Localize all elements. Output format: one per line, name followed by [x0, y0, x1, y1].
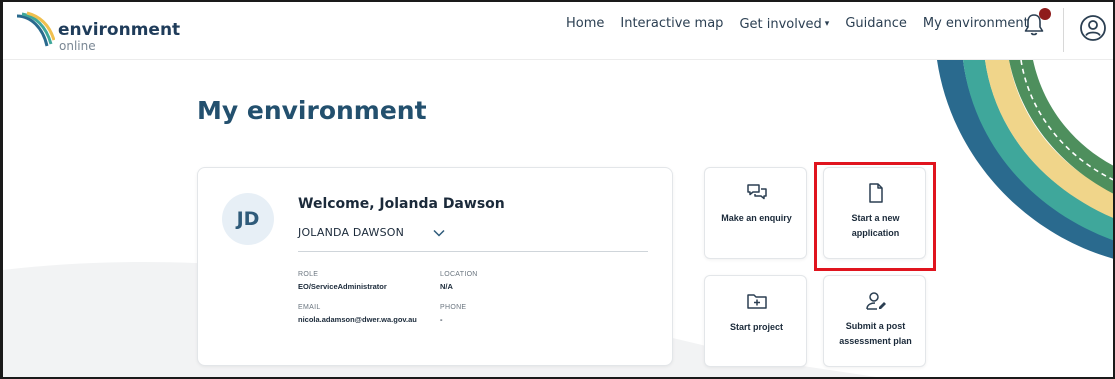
nav-my-environment[interactable]: My environment — [923, 16, 1029, 33]
phone-label: PHONE — [440, 304, 467, 311]
start-new-application-label-1: Start a new — [851, 213, 900, 223]
make-enquiry-tile[interactable]: Make an enquiry — [704, 167, 807, 259]
main-nav: Home Interactive map Get involved ▾ Guida… — [566, 16, 1045, 33]
chevron-down-icon — [433, 229, 445, 237]
submit-post-assessment-label-1: Submit a post — [845, 321, 906, 331]
chat-bubbles-icon — [747, 184, 767, 200]
caret-down-icon: ▾ — [824, 19, 830, 29]
user-account-icon[interactable] — [1079, 14, 1107, 42]
email-label: EMAIL — [298, 304, 321, 311]
nav-get-involved[interactable]: Get involved ▾ — [739, 16, 829, 33]
location-label: LOCATION — [440, 271, 478, 278]
profile-name-dropdown[interactable]: JOLANDA DAWSON — [298, 224, 648, 252]
role-label: ROLE — [298, 271, 319, 278]
user-edit-icon — [866, 292, 886, 310]
environment-online-logo[interactable]: environment online — [13, 10, 183, 54]
nav-home[interactable]: Home — [566, 16, 604, 33]
start-project-tile[interactable]: Start project — [704, 275, 807, 367]
document-icon — [869, 183, 883, 203]
selected-profile-name: JOLANDA DAWSON — [298, 226, 405, 239]
nav-interactive-map[interactable]: Interactive map — [620, 16, 723, 33]
make-enquiry-label: Make an enquiry — [721, 213, 792, 223]
app-window: environment online Home Interactive map … — [0, 0, 1115, 379]
profile-card: JD Welcome, Jolanda Dawson JOLANDA DAWSO… — [197, 167, 673, 366]
logo-subtext: online — [59, 39, 96, 53]
start-project-label: Start project — [729, 322, 783, 332]
welcome-heading: Welcome, Jolanda Dawson — [298, 196, 505, 212]
avatar: JD — [222, 193, 274, 245]
top-header: environment online Home Interactive map … — [3, 2, 1113, 60]
start-new-application-tile[interactable]: Start a new application — [823, 167, 926, 259]
header-divider — [1063, 8, 1064, 52]
phone-value: - — [440, 315, 443, 324]
decorative-rings — [937, 60, 1113, 259]
location-value: N/A — [440, 282, 453, 291]
nav-guidance[interactable]: Guidance — [845, 16, 907, 33]
submit-post-assessment-label-2: assessment plan — [839, 336, 912, 346]
logo-swoosh-icon — [16, 11, 55, 47]
page-title: My environment — [197, 96, 427, 125]
role-value: EO/ServiceAdministrator — [298, 282, 387, 291]
logo-text: environment — [58, 20, 181, 40]
email-value: nicola.adamson@dwer.wa.gov.au — [298, 315, 417, 324]
nav-get-involved-label: Get involved — [739, 17, 822, 32]
notification-badge — [1039, 8, 1051, 20]
start-new-application-label-2: application — [851, 228, 900, 238]
folder-plus-icon — [747, 294, 767, 309]
submit-post-assessment-plan-tile[interactable]: Submit a post assessment plan — [823, 275, 926, 367]
